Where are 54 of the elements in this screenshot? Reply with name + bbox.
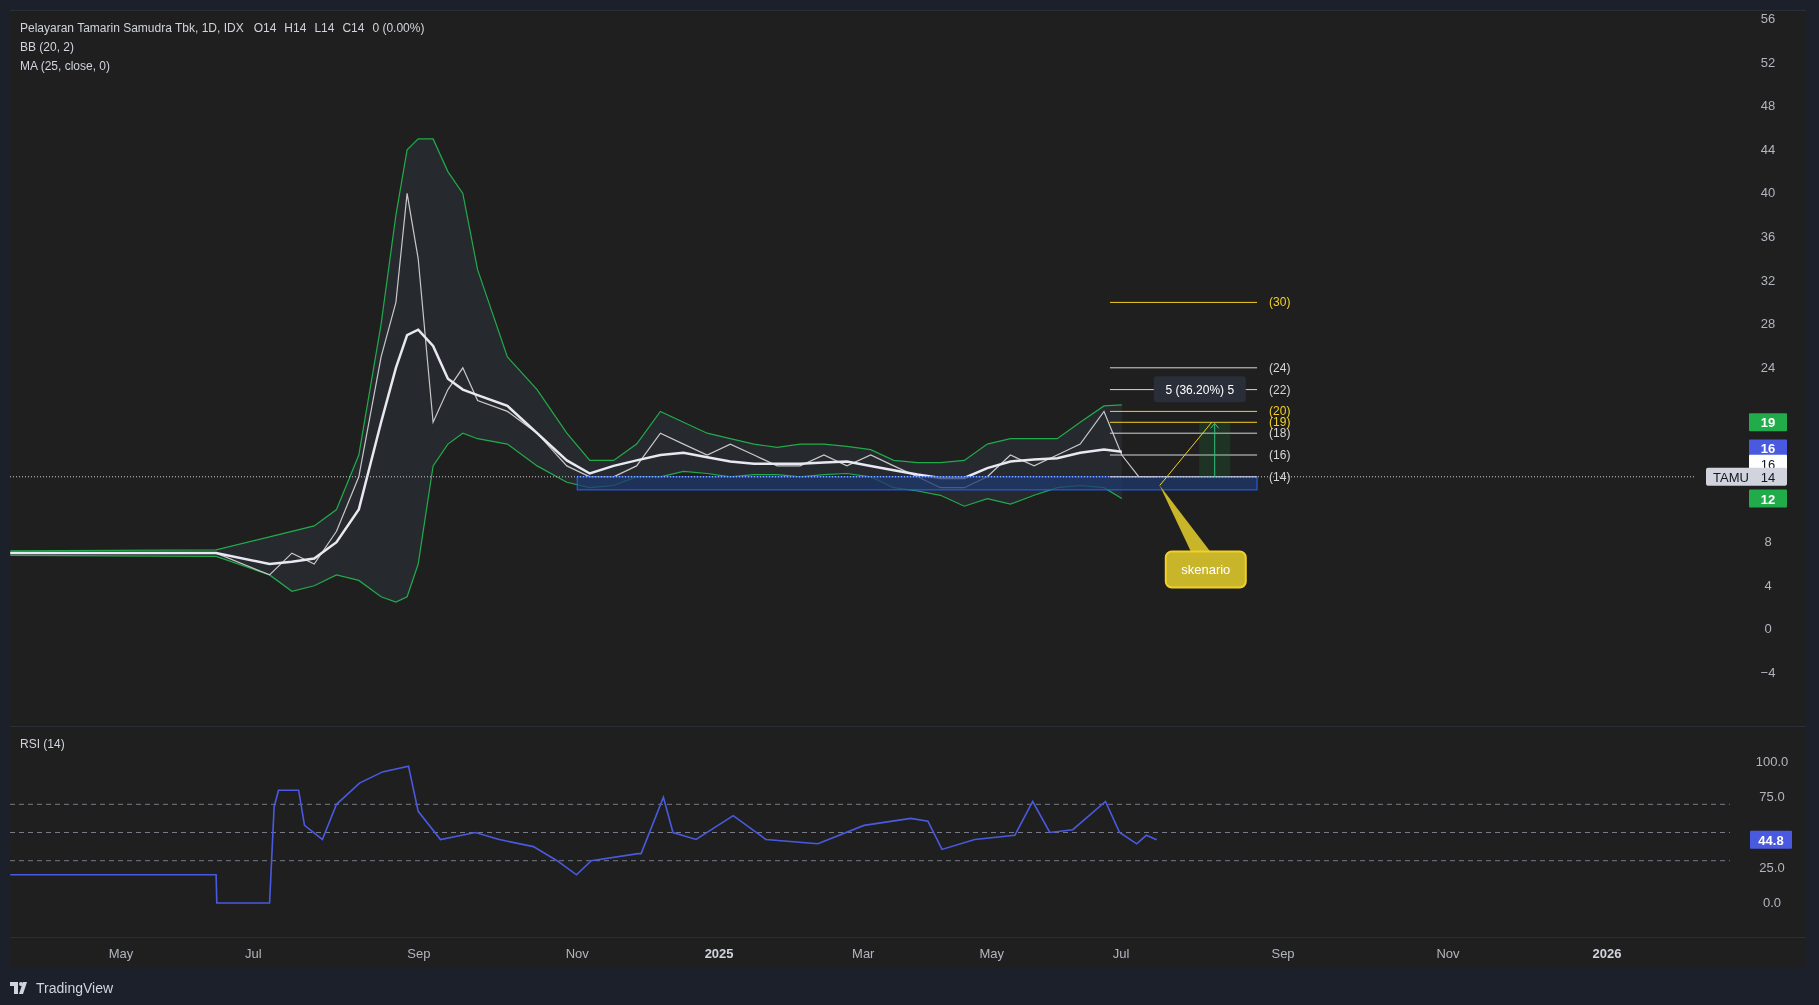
time-axis-label: Sep — [407, 946, 431, 961]
ohlc-value: O14 — [253, 20, 277, 37]
measure-arrow — [1210, 422, 1220, 478]
axis-label: 32 — [1760, 272, 1776, 288]
level-label: (22) — [1269, 382, 1291, 397]
time-axis-label: Mar — [852, 946, 875, 961]
indicator-label: BB (20, 2) — [20, 39, 76, 56]
ohlc-value: C14 — [342, 20, 365, 37]
time-axis-label: Nov — [565, 946, 589, 961]
logo-icon — [10, 982, 30, 994]
level-label: (30) — [1269, 295, 1291, 310]
level-label: (16) — [1269, 448, 1291, 462]
level-label: (14) — [1269, 469, 1291, 484]
callout: skenario — [1159, 485, 1247, 589]
symbol-badge: TAMU 14 — [1706, 467, 1787, 486]
axis-label: 8 — [1764, 534, 1772, 550]
axis-label: 28 — [1760, 316, 1776, 332]
axis-label: 48 — [1760, 98, 1776, 114]
time-axis-label: Nov — [1436, 946, 1460, 961]
time-axis-label: 2026 — [1592, 946, 1622, 961]
indicator-label: RSI (14) — [20, 737, 65, 751]
ohlc-value: 0 (0.00%) — [372, 20, 425, 37]
level-label: (20) — [1269, 404, 1291, 419]
trend-line — [1159, 421, 1213, 486]
brand-name: TradingView — [36, 980, 114, 996]
axis-label: 56 — [1760, 11, 1776, 26]
axis-label: 36 — [1760, 229, 1776, 244]
axis-label: 75.0 — [1759, 789, 1785, 805]
axis-label: 40 — [1760, 185, 1776, 201]
ohlc-value: L14 — [314, 20, 335, 37]
axis-label: 52 — [1760, 54, 1776, 70]
axis-label: 100.0 — [1755, 754, 1789, 769]
time-axis-label: May — [108, 946, 134, 961]
symbol-title: Pelayaran Tamarin Samudra Tbk, 1D, IDX — [20, 20, 244, 37]
axis-label: −4 — [1760, 665, 1776, 680]
axis-label: 44 — [1760, 141, 1776, 157]
price-badge: 19 — [1749, 413, 1787, 432]
level-label: (24) — [1269, 360, 1291, 375]
axis-label: 0 — [1764, 621, 1772, 637]
measure-range — [1199, 422, 1231, 477]
indicator-label: MA (25, close, 0) — [20, 58, 112, 75]
time-axis-label: May — [979, 946, 1005, 961]
ohlc-value: H14 — [284, 20, 307, 37]
axis-label: 4 — [1764, 577, 1772, 593]
axis-label: 24 — [1760, 359, 1776, 375]
measure-tooltip: 5 (36.20%) 5 — [1153, 376, 1246, 403]
time-axis-label: Jul — [244, 946, 262, 961]
value-badge: 44.8 — [1750, 830, 1792, 849]
axis-label: 0.0 — [1762, 895, 1782, 910]
price-badge: 12 — [1749, 489, 1787, 508]
time-axis-label: Jul — [1112, 946, 1130, 961]
time-axis-label: 2025 — [704, 946, 734, 961]
axis-label: 25.0 — [1759, 859, 1785, 875]
time-axis-label: Sep — [1271, 946, 1295, 961]
